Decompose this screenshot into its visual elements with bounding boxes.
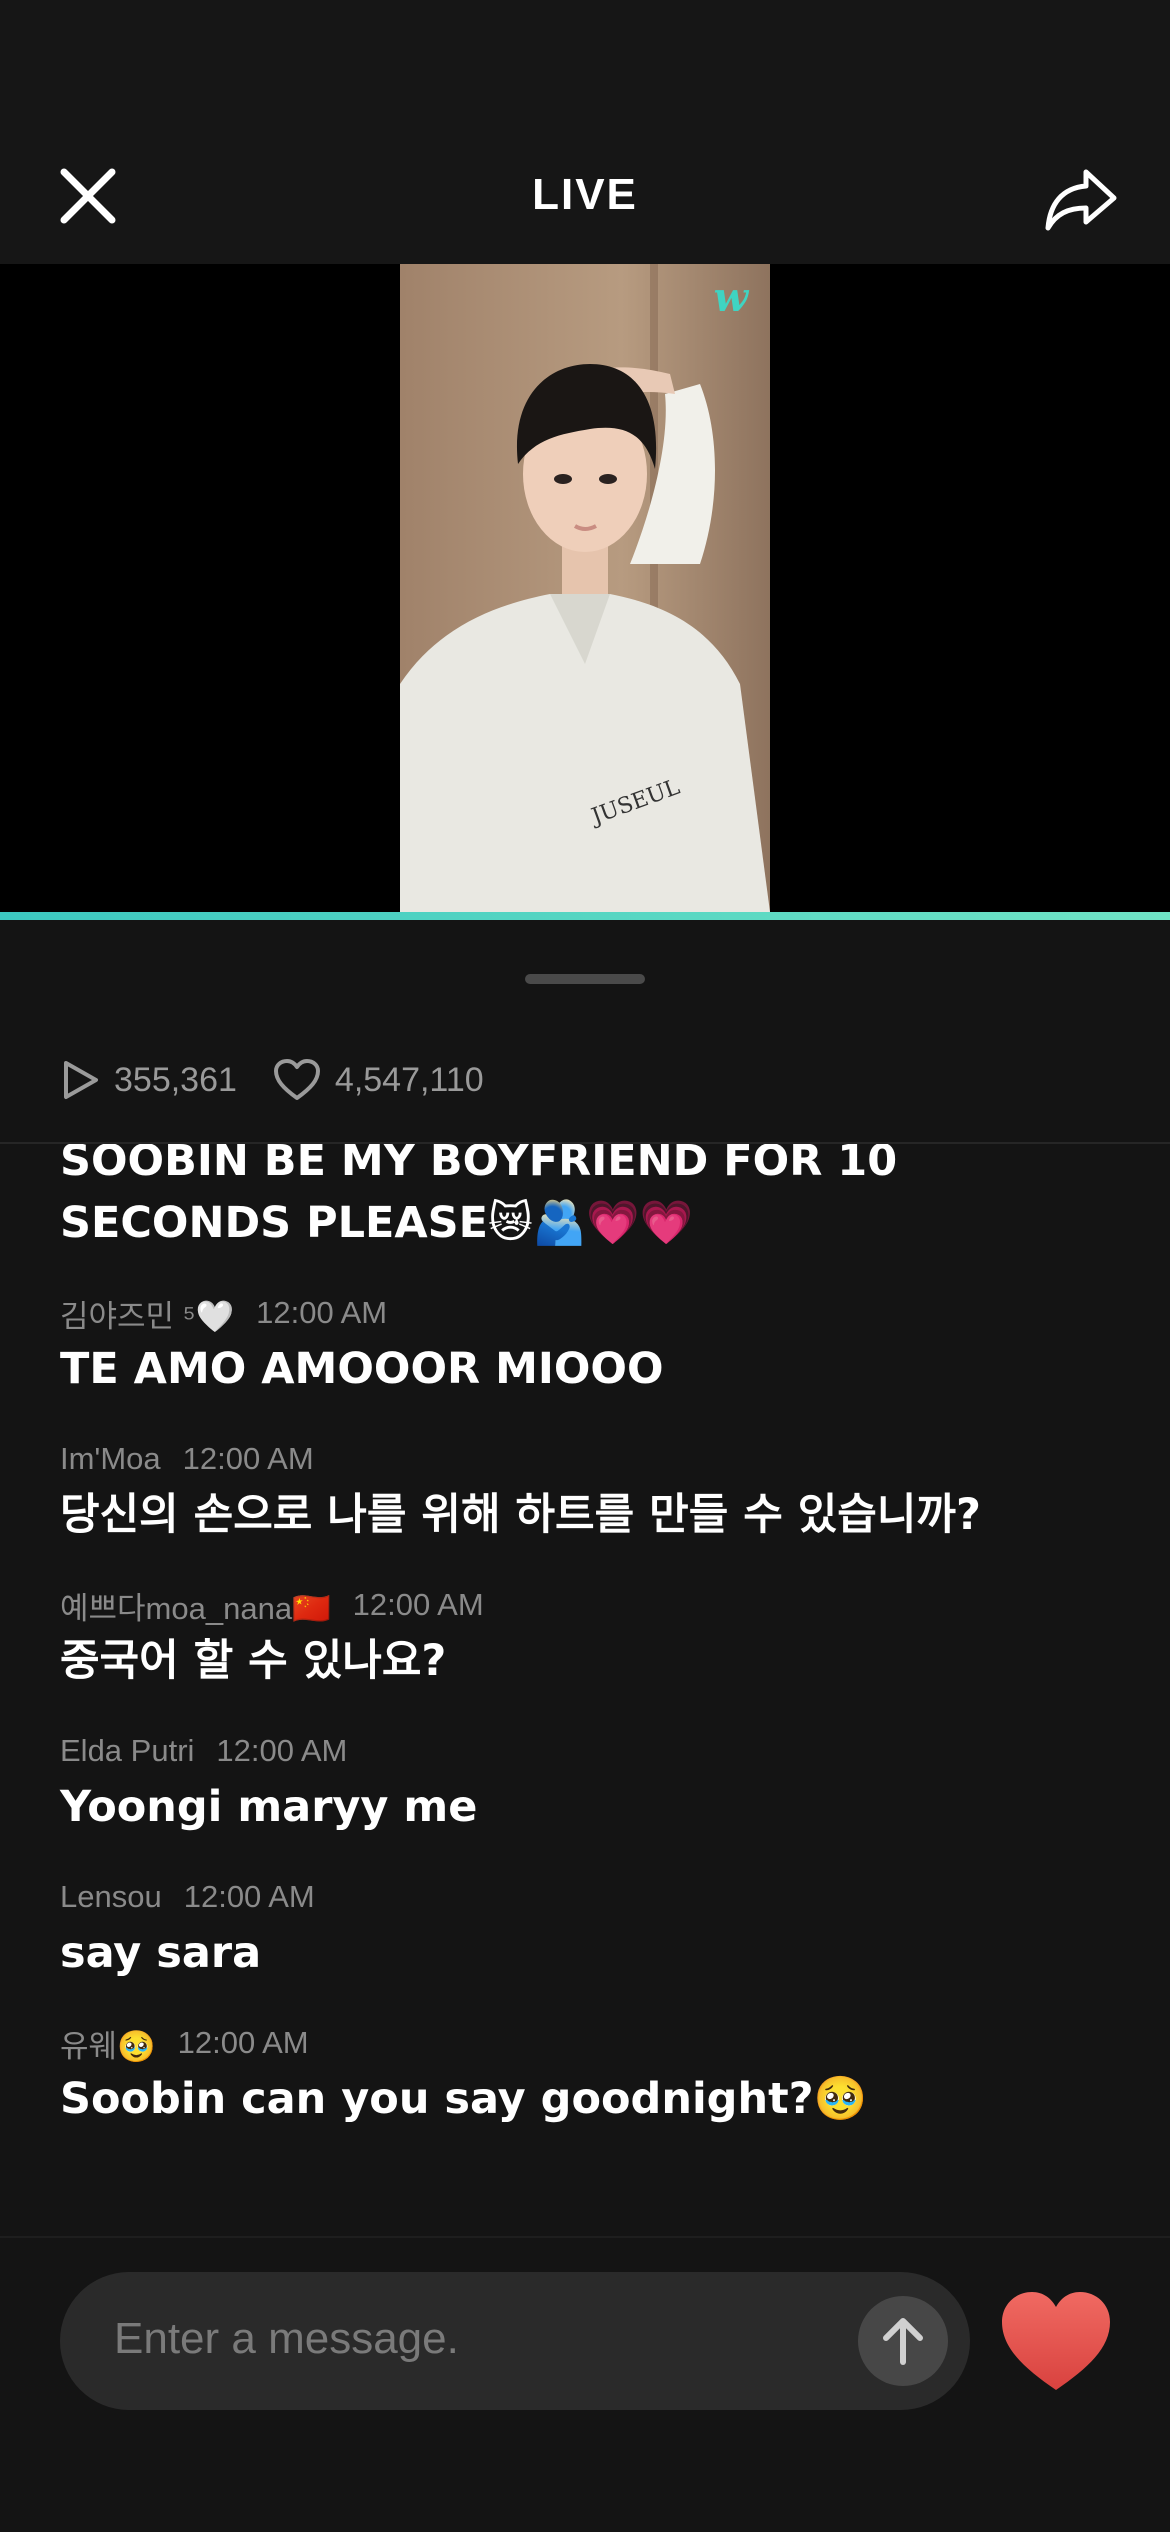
page-title: LIVE <box>532 170 638 219</box>
heart-icon <box>1002 2292 1110 2390</box>
chat-message: SOOBIN BE MY BOYFRIEND FOR 10 SECONDS PL… <box>60 1144 1120 1254</box>
stats-row: 355,361 4,547,110 <box>60 1050 520 1110</box>
chat-message: Elda Putri 12:00 AM Yoongi maryy me <box>60 1726 1120 1838</box>
view-count-value: 355,361 <box>114 1060 237 1099</box>
message-input[interactable]: Enter a message. <box>60 2272 970 2410</box>
chat-list[interactable]: SOOBIN BE MY BOYFRIEND FOR 10 SECONDS PL… <box>0 1144 1170 2156</box>
chat-username[interactable]: 김야즈민 ⁵🤍 <box>60 1291 234 1336</box>
send-button[interactable] <box>858 2296 948 2386</box>
like-count: 4,547,110 <box>273 1058 484 1102</box>
chat-timestamp: 12:00 AM <box>177 2025 309 2060</box>
play-icon <box>64 1061 98 1099</box>
chat-timestamp: 12:00 AM <box>216 1733 348 1768</box>
chat-message: Lensou 12:00 AM say sara <box>60 1872 1120 1984</box>
like-count-value: 4,547,110 <box>334 1060 484 1099</box>
chat-message: 김야즈민 ⁵🤍 12:00 AM TE AMO AMOOOR MIOOO <box>60 1288 1120 1400</box>
share-icon[interactable] <box>1040 158 1120 238</box>
chat-username[interactable]: Im'Moa <box>60 1441 161 1477</box>
chat-message-text: Soobin can you say goodnight?🥹 <box>60 2074 868 2124</box>
chat-message: 유웨🥹 12:00 AM Soobin can you say goodnigh… <box>60 2018 1120 2130</box>
video-player[interactable]: JUSEUL w <box>0 264 1170 912</box>
chat-message-text: Yoongi maryy me <box>60 1782 478 1832</box>
chat-username[interactable]: 예쁘다moa_nana🇨🇳 <box>60 1583 331 1628</box>
heart-outline-icon <box>273 1059 320 1100</box>
chat-username[interactable]: 유웨🥹 <box>60 2021 156 2066</box>
live-progress-bar <box>0 912 1170 920</box>
message-input-placeholder: Enter a message. <box>114 2314 459 2363</box>
chat-timestamp: 12:00 AM <box>183 1879 315 1914</box>
sheet-drag-handle[interactable] <box>525 974 645 984</box>
message-composer: Enter a message. <box>0 2236 1170 2532</box>
arrow-up-icon <box>883 2318 923 2365</box>
chat-message-text: 중국어 할 수 있나요? <box>60 1636 447 1686</box>
chat-sheet: 355,361 4,547,110 SOOBIN BE MY BOYFRIEND… <box>0 920 1170 2532</box>
chat-username[interactable]: Lensou <box>60 1879 162 1915</box>
chat-message-text: 당신의 손으로 나를 위해 하트를 만들 수 있습니까? <box>60 1490 981 1540</box>
live-video-frame: JUSEUL w <box>400 264 770 912</box>
chat-timestamp: 12:00 AM <box>352 1587 484 1622</box>
like-button[interactable] <box>996 2282 1116 2402</box>
chat-timestamp: 12:00 AM <box>182 1441 314 1476</box>
chat-message: 예쁘다moa_nana🇨🇳 12:00 AM 중국어 할 수 있나요? <box>60 1580 1120 1692</box>
live-screen: LIVE JUSEUL w 355,361 4,547,110 SOOBIN B… <box>0 0 1170 2532</box>
view-count: 355,361 <box>60 1058 237 1102</box>
chat-message-text: TE AMO AMOOOR MIOOO <box>60 1344 664 1394</box>
chat-message-text: SOOBIN BE MY BOYFRIEND FOR 10 SECONDS PL… <box>60 1144 898 1248</box>
header: LIVE <box>0 0 1170 264</box>
chat-message: Im'Moa 12:00 AM 당신의 손으로 나를 위해 하트를 만들 수 있… <box>60 1434 1120 1546</box>
chat-timestamp: 12:00 AM <box>256 1295 388 1330</box>
chat-message-text: say sara <box>60 1928 262 1978</box>
chat-username[interactable]: Elda Putri <box>60 1733 194 1769</box>
weverse-logo: w <box>713 274 748 321</box>
